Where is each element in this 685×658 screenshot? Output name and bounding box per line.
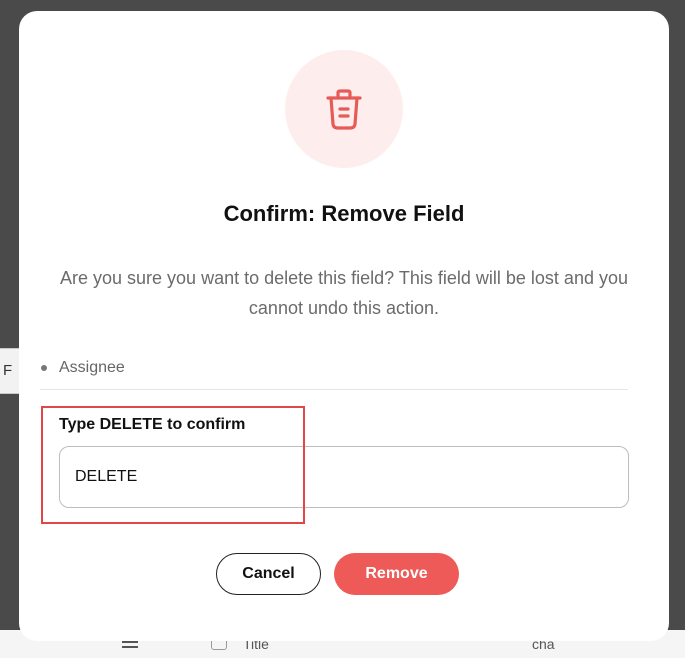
remove-button[interactable]: Remove (334, 553, 459, 595)
confirm-remove-dialog: Confirm: Remove Field Are you sure you w… (19, 11, 669, 641)
list-item: Assignee (40, 355, 628, 381)
confirm-delete-input[interactable] (59, 446, 629, 508)
field-name: Assignee (59, 359, 125, 376)
filter-button-label: F (3, 362, 13, 379)
bullet-icon (41, 365, 47, 371)
dialog-title: Confirm: Remove Field (223, 201, 465, 226)
trash-icon (326, 89, 362, 130)
confirm-input-label: Type DELETE to confirm (59, 416, 246, 433)
trash-icon-badge (285, 50, 403, 168)
dialog-description: Are you sure you want to delete this fie… (60, 268, 628, 318)
fields-to-remove-list: Assignee (40, 355, 628, 390)
cancel-button[interactable]: Cancel (216, 553, 321, 595)
